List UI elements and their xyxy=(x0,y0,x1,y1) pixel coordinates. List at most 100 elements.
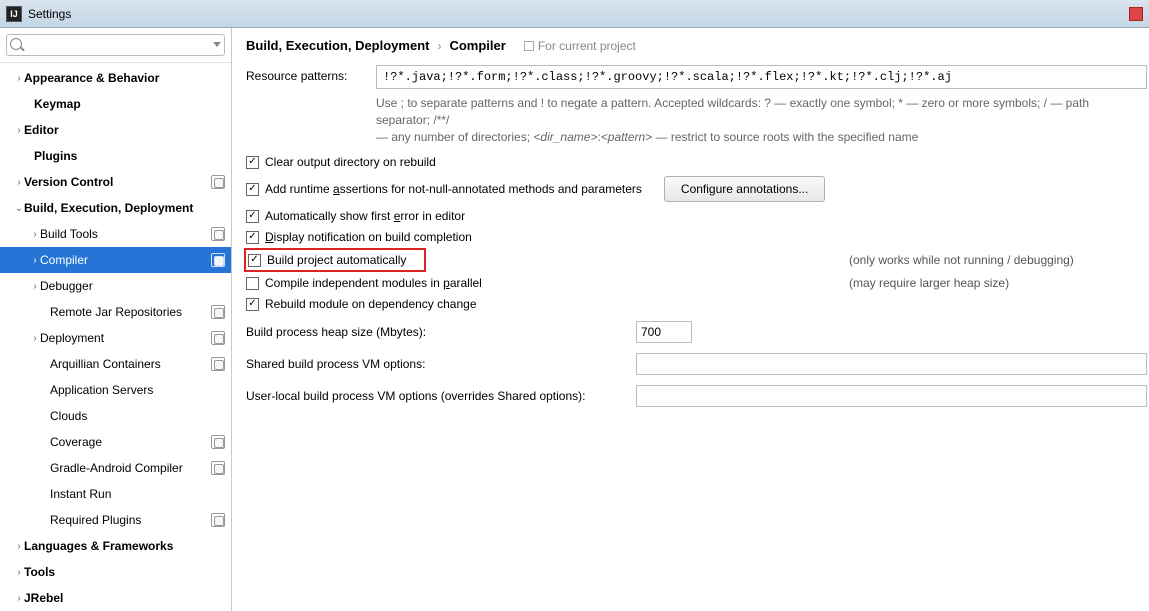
sidebar-item-label: Tools xyxy=(24,565,225,579)
sidebar-item-plugins[interactable]: Plugins xyxy=(0,143,231,169)
chevron-icon: › xyxy=(14,541,24,552)
sidebar-item-compiler[interactable]: ›Compiler xyxy=(0,247,231,273)
sidebar-item-label: Plugins xyxy=(34,149,225,163)
sidebar-item-clouds[interactable]: Clouds xyxy=(0,403,231,429)
settings-sidebar: ›Appearance & BehaviorKeymap›EditorPlugi… xyxy=(0,28,232,611)
sidebar-item-gradle-android-compiler[interactable]: Gradle-Android Compiler xyxy=(0,455,231,481)
sidebar-item-label: Keymap xyxy=(34,97,225,111)
sidebar-item-build-tools[interactable]: ›Build Tools xyxy=(0,221,231,247)
sidebar-item-label: Instant Run xyxy=(50,487,225,501)
project-scope-icon xyxy=(211,357,225,371)
sidebar-item-build-execution-deployment[interactable]: ⌄Build, Execution, Deployment xyxy=(0,195,231,221)
sidebar-item-label: Application Servers xyxy=(50,383,225,397)
sidebar-item-label: Gradle-Android Compiler xyxy=(50,461,209,475)
resource-patterns-input[interactable] xyxy=(376,65,1147,89)
sidebar-item-languages-frameworks[interactable]: ›Languages & Frameworks xyxy=(0,533,231,559)
sidebar-item-deployment[interactable]: ›Deployment xyxy=(0,325,231,351)
sidebar-item-editor[interactable]: ›Editor xyxy=(0,117,231,143)
sidebar-item-version-control[interactable]: ›Version Control xyxy=(0,169,231,195)
shared-vm-input[interactable] xyxy=(636,353,1147,375)
window-title: Settings xyxy=(28,7,71,21)
project-scope-label: For current project xyxy=(524,39,636,53)
project-scope-icon xyxy=(211,331,225,345)
sidebar-item-label: Debugger xyxy=(40,279,225,293)
chevron-icon: › xyxy=(30,229,40,240)
build-auto-side-note: (only works while not running / debuggin… xyxy=(809,253,1149,267)
display-notification-label: Display notification on build completion xyxy=(265,230,472,244)
sidebar-item-label: Coverage xyxy=(50,435,209,449)
chevron-icon: ⌄ xyxy=(14,203,24,214)
sidebar-item-label: Version Control xyxy=(24,175,209,189)
runtime-assertions-checkbox[interactable]: ✓ xyxy=(246,183,259,196)
sidebar-item-label: Build, Execution, Deployment xyxy=(24,201,225,215)
sidebar-item-jrebel[interactable]: ›JRebel xyxy=(0,585,231,611)
build-auto-label: Build project automatically xyxy=(267,253,406,267)
chevron-icon: › xyxy=(14,125,24,136)
sidebar-item-appearance-behavior[interactable]: ›Appearance & Behavior xyxy=(0,65,231,91)
sidebar-item-label: JRebel xyxy=(24,591,225,605)
chevron-icon: › xyxy=(30,255,40,266)
sidebar-item-label: Required Plugins xyxy=(50,513,209,527)
chevron-right-icon: › xyxy=(437,39,441,53)
build-auto-checkbox[interactable]: ✓ xyxy=(248,254,261,267)
shared-vm-label: Shared build process VM options: xyxy=(246,357,636,371)
breadcrumb-current: Compiler xyxy=(449,38,505,53)
sidebar-item-label: Compiler xyxy=(40,253,209,267)
project-scope-icon xyxy=(211,253,225,267)
sidebar-item-label: Clouds xyxy=(50,409,225,423)
configure-annotations-button[interactable]: Configure annotations... xyxy=(664,176,825,202)
chevron-icon: › xyxy=(30,281,40,292)
sidebar-item-label: Arquillian Containers xyxy=(50,357,209,371)
highlight-box: ✓ Build project automatically xyxy=(244,248,426,272)
sidebar-item-remote-jar-repositories[interactable]: Remote Jar Repositories xyxy=(0,299,231,325)
chevron-icon: › xyxy=(30,333,40,344)
sidebar-item-arquillian-containers[interactable]: Arquillian Containers xyxy=(0,351,231,377)
clear-output-checkbox[interactable]: ✓ xyxy=(246,156,259,169)
project-scope-icon xyxy=(211,513,225,527)
display-notification-checkbox[interactable]: ✓ xyxy=(246,231,259,244)
sidebar-item-keymap[interactable]: Keymap xyxy=(0,91,231,117)
settings-tree: ›Appearance & BehaviorKeymap›EditorPlugi… xyxy=(0,63,231,611)
auto-show-error-checkbox[interactable]: ✓ xyxy=(246,210,259,223)
chevron-icon: › xyxy=(14,73,24,84)
sidebar-item-coverage[interactable]: Coverage xyxy=(0,429,231,455)
sidebar-item-label: Editor xyxy=(24,123,225,137)
rebuild-dep-checkbox[interactable]: ✓ xyxy=(246,298,259,311)
breadcrumb-root[interactable]: Build, Execution, Deployment xyxy=(246,38,429,53)
chevron-icon: › xyxy=(14,177,24,188)
search-icon xyxy=(10,38,22,50)
parallel-side-note: (may require larger heap size) xyxy=(809,276,1149,290)
sidebar-item-label: Deployment xyxy=(40,331,209,345)
sidebar-item-required-plugins[interactable]: Required Plugins xyxy=(0,507,231,533)
close-icon[interactable] xyxy=(1129,7,1143,21)
project-scope-icon xyxy=(211,435,225,449)
project-scope-icon xyxy=(211,227,225,241)
chevron-icon: › xyxy=(14,593,24,604)
clear-output-label: Clear output directory on rebuild xyxy=(265,155,436,169)
heap-size-label: Build process heap size (Mbytes): xyxy=(246,325,636,339)
user-vm-label: User-local build process VM options (ove… xyxy=(246,389,636,403)
user-vm-input[interactable] xyxy=(636,385,1147,407)
sidebar-item-label: Remote Jar Repositories xyxy=(50,305,209,319)
resource-patterns-help: Use ; to separate patterns and ! to nega… xyxy=(376,95,1149,145)
heap-size-input[interactable] xyxy=(636,321,692,343)
parallel-checkbox[interactable] xyxy=(246,277,259,290)
search-input[interactable] xyxy=(6,34,225,56)
settings-main: Build, Execution, Deployment › Compiler … xyxy=(232,28,1149,611)
project-scope-icon xyxy=(211,461,225,475)
breadcrumb: Build, Execution, Deployment › Compiler … xyxy=(246,38,1149,53)
sidebar-item-debugger[interactable]: ›Debugger xyxy=(0,273,231,299)
rebuild-dep-label: Rebuild module on dependency change xyxy=(265,297,477,311)
sidebar-item-application-servers[interactable]: Application Servers xyxy=(0,377,231,403)
sidebar-item-label: Appearance & Behavior xyxy=(24,71,225,85)
chevron-down-icon[interactable] xyxy=(213,42,221,47)
chevron-icon: › xyxy=(14,567,24,578)
project-scope-icon xyxy=(211,305,225,319)
sidebar-item-label: Languages & Frameworks xyxy=(24,539,225,553)
sidebar-item-tools[interactable]: ›Tools xyxy=(0,559,231,585)
resource-patterns-label: Resource patterns: xyxy=(246,65,376,83)
app-icon: IJ xyxy=(6,6,22,22)
sidebar-item-instant-run[interactable]: Instant Run xyxy=(0,481,231,507)
project-scope-icon xyxy=(211,175,225,189)
runtime-assertions-label: Add runtime assertions for not-null-anno… xyxy=(265,182,642,196)
